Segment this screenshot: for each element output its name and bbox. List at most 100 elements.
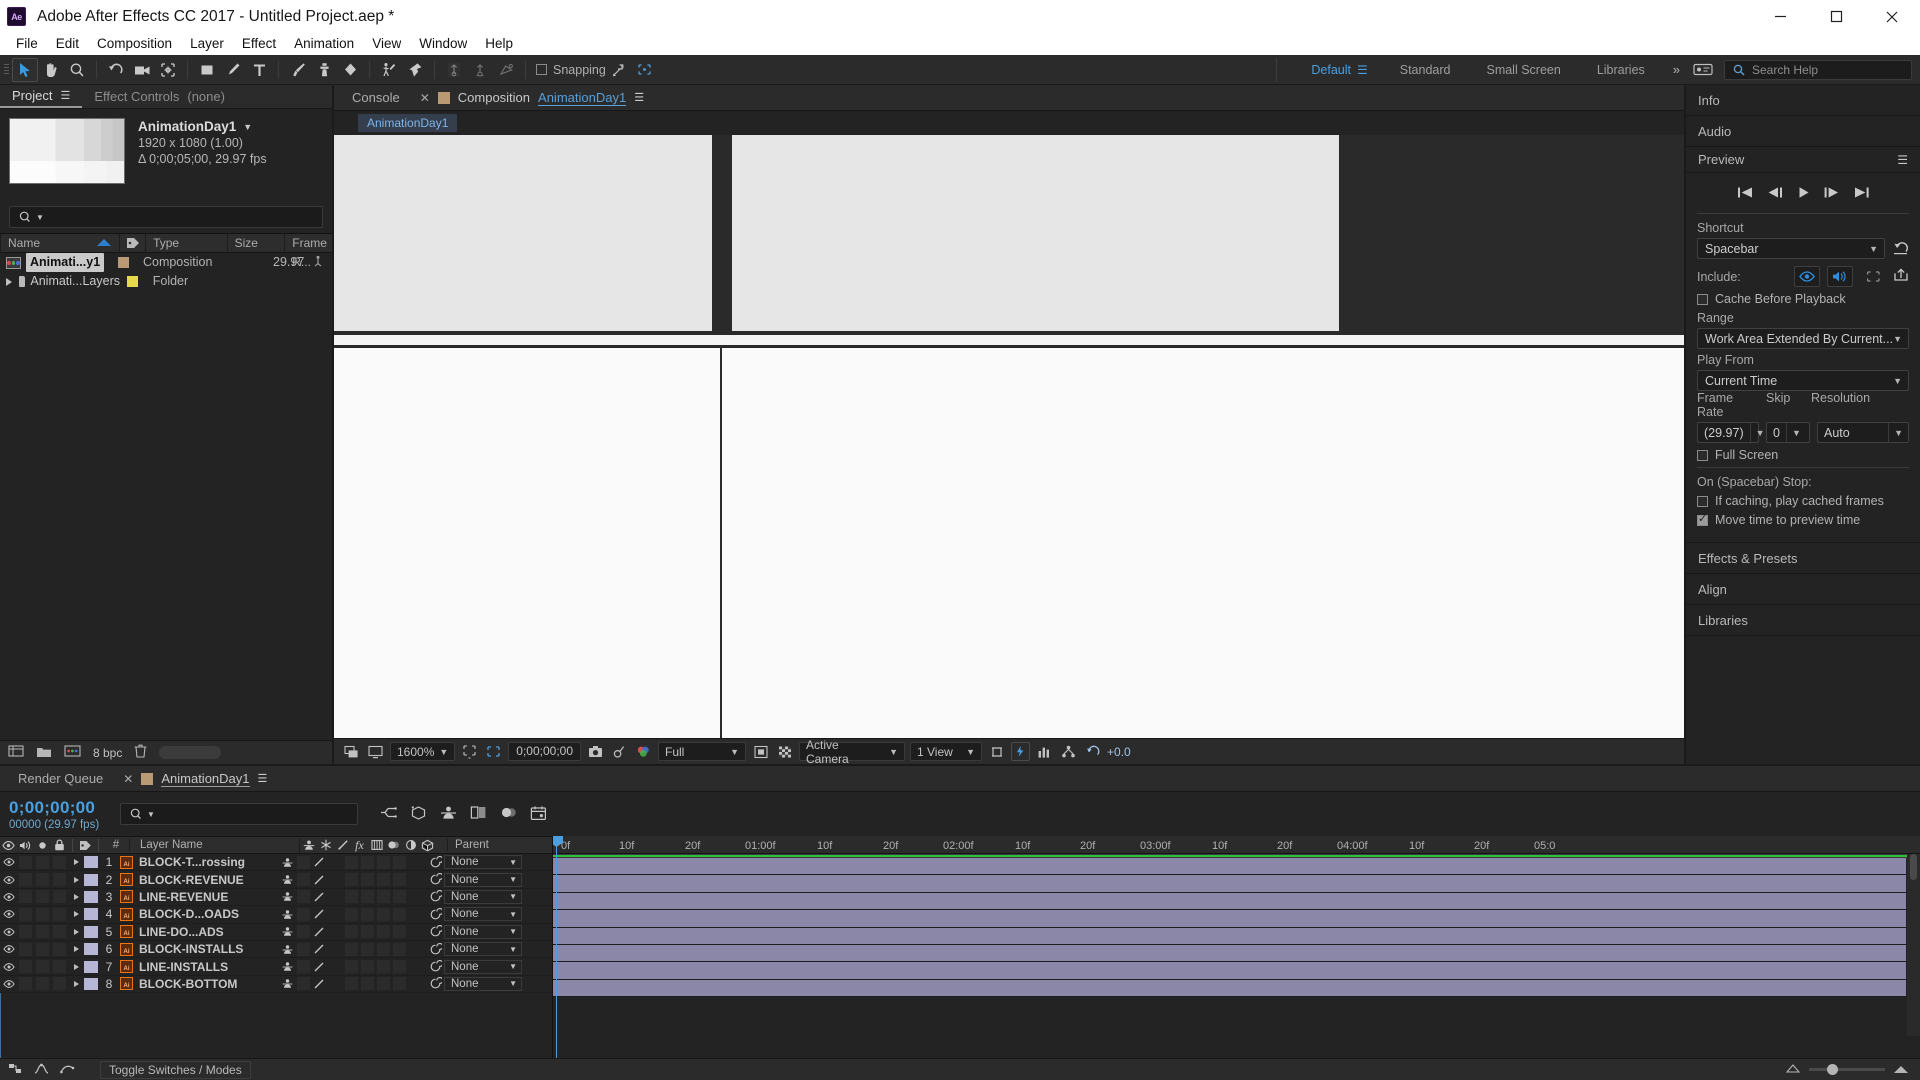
if-caching-row[interactable]: If caching, play cached frames: [1697, 494, 1909, 508]
layer-shy-icon[interactable]: [279, 890, 295, 903]
layer-duration-bar[interactable]: [553, 927, 1906, 945]
layer-twirl-icon[interactable]: [68, 893, 84, 900]
workspace-overflow-icon[interactable]: »: [1663, 62, 1690, 77]
layer-3d-toggle[interactable]: [391, 942, 407, 956]
panel-audio[interactable]: Audio: [1686, 116, 1920, 147]
layer-lock-toggle[interactable]: [51, 890, 68, 904]
panel-info[interactable]: Info: [1686, 85, 1920, 116]
region-of-interest-icon[interactable]: [484, 742, 503, 761]
parent-pick-whip-icon[interactable]: [427, 942, 444, 956]
view-layout-select[interactable]: 1 View ▼: [910, 742, 983, 761]
close-tab-icon[interactable]: ✕: [123, 772, 133, 786]
layer-motion-blur-toggle[interactable]: [359, 925, 375, 939]
layer-visibility-icon[interactable]: [0, 910, 17, 919]
layer-quality-icon[interactable]: [311, 925, 327, 938]
play-button[interactable]: [1797, 186, 1810, 202]
layer-visibility-icon[interactable]: [0, 945, 17, 954]
parent-pick-whip-icon[interactable]: [427, 907, 444, 921]
camera-tool[interactable]: [129, 58, 155, 82]
layer-quality-icon[interactable]: [311, 943, 327, 956]
layer-collapse-toggle[interactable]: [295, 960, 311, 974]
parent-pick-whip-icon[interactable]: [427, 855, 444, 869]
column-header-index[interactable]: #: [103, 839, 129, 851]
layer-row[interactable]: 2 Ai BLOCK-REVENUE None ▼: [0, 871, 552, 889]
work-area-bar[interactable]: [553, 854, 1920, 858]
panel-preview-header[interactable]: Preview ☰: [1686, 147, 1920, 173]
layer-name[interactable]: BLOCK-D...OADS: [139, 907, 279, 921]
column-header-parent[interactable]: Parent: [447, 839, 489, 851]
cache-before-playback-row[interactable]: Cache Before Playback: [1697, 292, 1909, 306]
layer-quality-icon[interactable]: [311, 908, 327, 921]
layer-duration-bar[interactable]: [553, 858, 1906, 876]
menu-composition[interactable]: Composition: [88, 33, 181, 55]
pen-tool[interactable]: [220, 58, 246, 82]
layer-solo-toggle[interactable]: [34, 855, 51, 869]
play-from-select[interactable]: Current Time ▼: [1697, 370, 1909, 391]
layer-shy-icon[interactable]: [279, 977, 295, 990]
timeline-search-input[interactable]: ▼: [120, 803, 358, 825]
layer-solo-toggle[interactable]: [34, 960, 51, 974]
column-header-frame-rate[interactable]: Frame R...: [284, 233, 332, 269]
layer-visibility-icon[interactable]: [0, 927, 17, 936]
layer-effects-toggle[interactable]: [327, 925, 343, 938]
layer-frame-blend-toggle[interactable]: [343, 960, 359, 974]
zoom-tool[interactable]: [64, 58, 90, 82]
layer-label-swatch[interactable]: [84, 977, 98, 990]
layer-row[interactable]: 8 Ai BLOCK-BOTTOM None ▼: [0, 975, 552, 994]
layer-shy-icon[interactable]: [279, 960, 295, 973]
full-screen-checkbox[interactable]: [1697, 449, 1708, 461]
parent-select[interactable]: None ▼: [444, 976, 522, 991]
maximize-button[interactable]: [1808, 0, 1864, 33]
video-column-icon[interactable]: [0, 840, 17, 850]
layer-duration-bar[interactable]: [553, 892, 1906, 911]
range-select[interactable]: Work Area Extended By Current... ▼: [1697, 328, 1909, 349]
expand-triangle-icon[interactable]: [6, 277, 12, 286]
layer-motion-blur-toggle[interactable]: [359, 907, 375, 921]
type-tool[interactable]: [246, 58, 272, 82]
parent-select[interactable]: None ▼: [444, 872, 522, 887]
auto-keyframe-icon[interactable]: [530, 805, 547, 824]
reset-exposure-icon[interactable]: [1083, 742, 1102, 761]
layer-motion-blur-toggle[interactable]: [359, 977, 375, 991]
layer-shy-icon[interactable]: [279, 908, 295, 921]
viewer-timecode[interactable]: 0;00;00;00: [508, 742, 582, 761]
sync-settings-icon[interactable]: [1690, 58, 1716, 82]
search-dropdown-icon[interactable]: ▼: [36, 213, 44, 222]
layer-solo-toggle[interactable]: [34, 907, 51, 921]
hide-shy-layers-icon[interactable]: [440, 805, 457, 823]
export-frame-icon[interactable]: [1893, 268, 1909, 285]
layer-adjustment-toggle[interactable]: [375, 960, 391, 974]
layer-lock-toggle[interactable]: [51, 942, 68, 956]
layer-label-swatch[interactable]: [84, 873, 98, 886]
first-frame-button[interactable]: [1737, 186, 1754, 202]
audio-column-icon[interactable]: [17, 840, 34, 851]
hand-tool[interactable]: [38, 58, 64, 82]
cache-before-playback-checkbox[interactable]: [1697, 293, 1708, 305]
project-row-label-swatch[interactable]: [112, 253, 136, 272]
layer-duration-bar[interactable]: [553, 944, 1906, 963]
menu-layer[interactable]: Layer: [181, 33, 233, 55]
composition-panel-menu-icon[interactable]: ☰: [634, 91, 644, 104]
layer-quality-icon[interactable]: [311, 890, 327, 903]
layer-label-swatch[interactable]: [84, 908, 98, 921]
zoom-out-icon[interactable]: [1785, 1062, 1801, 1077]
parent-select[interactable]: None ▼: [444, 855, 522, 870]
anchor-point-tool[interactable]: [155, 58, 181, 82]
transparency-grid-icon[interactable]: [775, 742, 794, 761]
layer-collapse-toggle[interactable]: [295, 855, 311, 869]
layer-adjustment-toggle[interactable]: [375, 977, 391, 991]
move-time-row[interactable]: Move time to preview time: [1697, 512, 1909, 527]
layer-adjustment-toggle[interactable]: [375, 942, 391, 956]
layer-audio-toggle[interactable]: [17, 942, 34, 956]
layer-audio-toggle[interactable]: [17, 925, 34, 939]
toolbar-grip[interactable]: [0, 55, 12, 85]
chevron-down-icon[interactable]: ▼: [243, 122, 252, 132]
layer-lock-toggle[interactable]: [51, 873, 68, 887]
parent-pick-whip-icon[interactable]: [427, 977, 444, 990]
layer-twirl-icon[interactable]: [68, 963, 84, 970]
magnification-select[interactable]: 1600% ▼: [390, 742, 456, 761]
composition-canvas[interactable]: [334, 135, 1684, 738]
panel-effects-presets[interactable]: Effects & Presets: [1686, 543, 1920, 574]
move-time-checkbox[interactable]: [1697, 512, 1708, 526]
layer-twirl-icon[interactable]: [68, 928, 84, 935]
